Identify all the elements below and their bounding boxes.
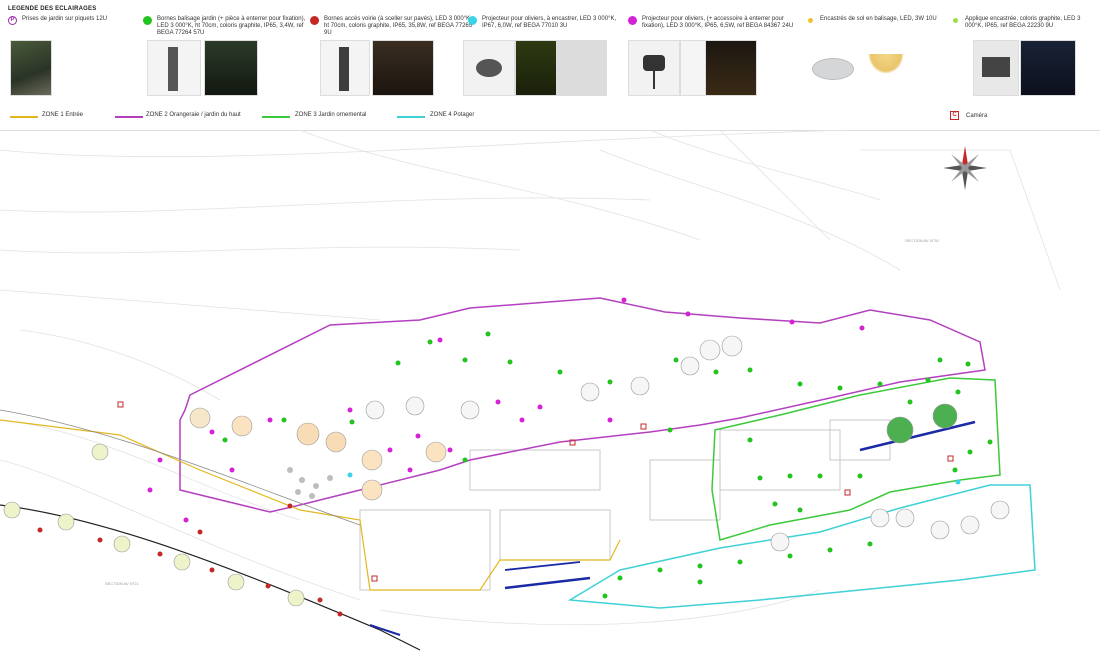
section-label: SECTION AV N°21 (105, 581, 140, 586)
legend-item-label: Projecteur pour oliviers, (+ accessoire … (642, 16, 794, 29)
background-terrain (0, 130, 1061, 626)
compass-rose-icon (943, 146, 987, 190)
green-bollard-markers (222, 331, 993, 599)
photo-borne-voirie-night (372, 40, 434, 96)
zone1-label: ZONE 1 Entrée (42, 112, 84, 118)
photo-pique (10, 40, 52, 96)
photo-projecteur-enterrer-night (705, 40, 757, 96)
legend-item-label: Bornes balisage jardin (+ pièce à enterr… (157, 16, 306, 36)
photo-applique (973, 40, 1019, 96)
legend-item-label: Applique encastrée, coloris graphite, LE… (965, 16, 1081, 29)
legend-item-label: Prises de jardin sur piquets 12U (22, 16, 108, 22)
zone1-swatch (10, 116, 38, 118)
camera-label: Caméra (966, 113, 988, 119)
zone4-boundary (567, 484, 1036, 609)
photo-applique-night (1020, 40, 1076, 96)
photo-olivier-sketch (557, 40, 607, 96)
magenta-dot-icon (628, 16, 637, 25)
zone4-label: ZONE 4 Potager (430, 112, 475, 118)
blue-accent-bar (504, 576, 591, 590)
yellow-dot-icon (808, 18, 813, 23)
photo-borne-jardin-night (204, 40, 258, 96)
zone3-label: ZONE 3 Jardin ornemental (295, 112, 367, 118)
plug-icon: P (8, 16, 17, 25)
green-dot-icon (143, 16, 152, 25)
photo-projecteur-enterrer-scheme (680, 40, 706, 96)
camera-icon: C (950, 111, 959, 120)
zone3-swatch (262, 116, 290, 118)
photo-projecteur-enterrer (628, 40, 680, 96)
lightgreen-dot-icon (953, 18, 958, 23)
legend-item-label: Bornes accès voirie (à sceller sur pavés… (324, 16, 473, 36)
legend-title: LEGENDE DES ECLAIRAGES (8, 6, 97, 12)
photo-projecteur-encastrer (463, 40, 515, 96)
section-label: SECTION AV N°30 (905, 238, 940, 243)
zone2-swatch (115, 116, 143, 118)
cyan-projector-markers (347, 472, 961, 485)
site-plan: SECTION AV N°30 SECTION AV N°21 (0, 130, 1061, 651)
trees (3, 335, 1010, 607)
zone1-boundary (0, 419, 621, 591)
blue-accent-bar (859, 420, 976, 452)
zone4-swatch (397, 116, 425, 118)
photo-borne-voirie (320, 40, 370, 96)
grey-hedge-markers (287, 467, 333, 499)
photo-borne-jardin (147, 40, 201, 96)
zone3-boundary (711, 377, 1001, 541)
photo-encastre-sol (808, 40, 858, 94)
photo-encastre-sol-diagram (862, 40, 912, 94)
legend-item-label: Encastrés de sol en balisage, LED, 3W 10… (820, 16, 937, 22)
photo-olivier-night (515, 40, 557, 96)
zone2-label: ZONE 2 Orangeraie / jardin du haut (146, 112, 241, 118)
magenta-projector-markers (147, 297, 865, 523)
blue-accent-bar (369, 624, 401, 636)
blue-accent-bar (504, 561, 581, 571)
legend-item-label: Projecteur pour oliviers, à encastrer, L… (482, 16, 617, 29)
red-dot-icon (310, 16, 319, 25)
cyan-dot-icon (468, 16, 477, 25)
